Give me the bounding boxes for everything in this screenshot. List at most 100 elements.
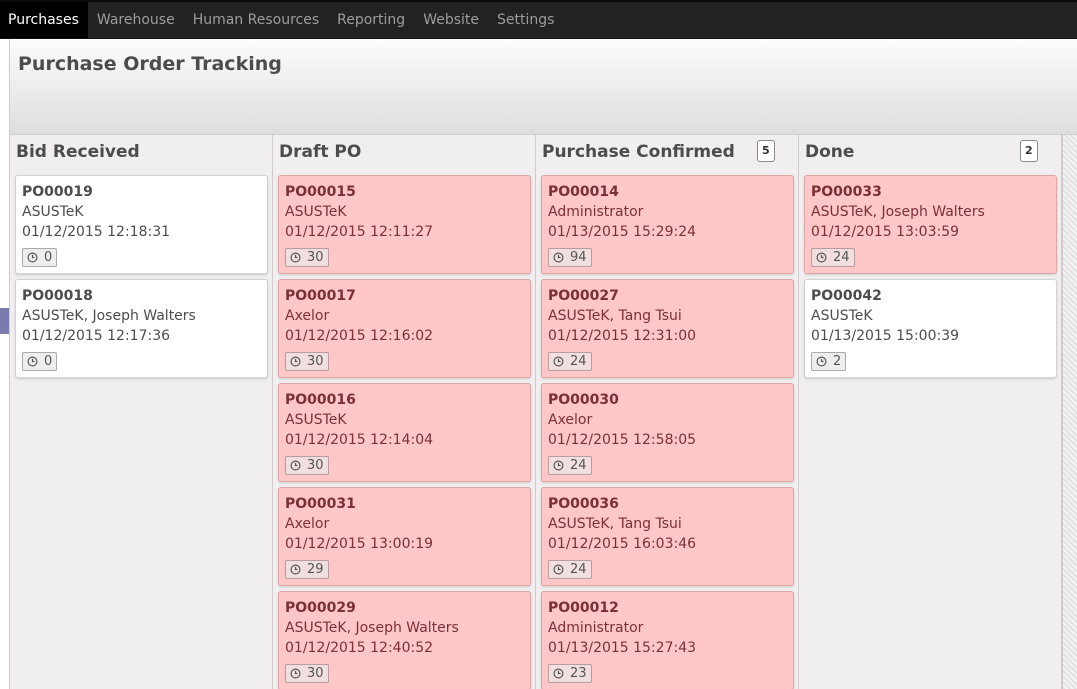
column-cards: PO00015 ASUSTeK 01/12/2015 12:11:27 30 PO000… xyxy=(278,175,531,689)
clock-icon xyxy=(553,460,564,471)
delay-tag: 30 xyxy=(285,352,329,371)
delay-tag-value: 23 xyxy=(570,666,587,681)
order-date: 01/13/2015 15:27:43 xyxy=(548,640,697,656)
sidebar-toggle-handle[interactable] xyxy=(0,308,9,334)
delay-tag-value: 24 xyxy=(570,458,587,473)
partner-name: ASUSTeK xyxy=(285,204,347,220)
order-date: 01/12/2015 12:58:05 xyxy=(548,432,697,448)
menu-warehouse[interactable]: Warehouse xyxy=(88,2,184,38)
kanban-card[interactable]: PO00033 ASUSTeK, Joseph Walters 01/12/2015… xyxy=(804,175,1057,274)
delay-tag: 24 xyxy=(548,560,592,579)
partner-name: ASUSTeK, Joseph Walters xyxy=(811,204,985,220)
column-title: Draft PO xyxy=(279,142,362,162)
delay-tag-value: 24 xyxy=(570,354,587,369)
left-sidebar-gutter xyxy=(0,39,10,689)
kanban-card[interactable]: PO00016 ASUSTeK 01/12/2015 12:14:04 30 xyxy=(278,383,531,482)
order-reference: PO00031 xyxy=(285,496,356,512)
delay-tag: 30 xyxy=(285,456,329,475)
kanban-column-bid-received: Bid Received PO00019 ASUSTeK 01/12/2015 12… xyxy=(10,135,273,689)
menu-reporting[interactable]: Reporting xyxy=(328,2,414,38)
menu-settings[interactable]: Settings xyxy=(488,2,563,38)
order-date: 01/12/2015 13:03:59 xyxy=(811,224,960,240)
kanban-column-purchase-confirmed: Purchase Confirmed 5 PO00014 Administrato… xyxy=(536,135,799,689)
partner-name: ASUSTeK, Tang Tsui xyxy=(548,516,682,532)
kanban-card[interactable]: PO00036 ASUSTeK, Tang Tsui 01/12/2015 16:0… xyxy=(541,487,794,586)
order-date: 01/12/2015 12:31:00 xyxy=(548,328,697,344)
partner-name: ASUSTeK, Tang Tsui xyxy=(548,308,682,324)
partner-name: Axelor xyxy=(285,308,330,324)
delay-tag-value: 30 xyxy=(307,354,324,369)
partner-name: Axelor xyxy=(548,412,593,428)
menu-website[interactable]: Website xyxy=(414,2,488,38)
order-reference: PO00030 xyxy=(548,392,619,408)
kanban-card[interactable]: PO00018 ASUSTeK, Joseph Walters 01/12/2015… xyxy=(15,279,268,378)
partner-name: Axelor xyxy=(285,516,330,532)
column-count-badge: 2 xyxy=(1020,140,1038,162)
order-reference: PO00012 xyxy=(548,600,619,616)
menu-human-resources[interactable]: Human Resources xyxy=(184,2,328,38)
clock-icon xyxy=(290,460,301,471)
clock-icon xyxy=(27,252,38,263)
order-reference: PO00018 xyxy=(22,288,93,304)
order-date: 01/12/2015 12:17:36 xyxy=(22,328,171,344)
clock-icon xyxy=(553,668,564,679)
clock-icon xyxy=(553,252,564,263)
kanban-card[interactable]: PO00031 Axelor 01/12/2015 13:00:19 29 xyxy=(278,487,531,586)
delay-tag-value: 30 xyxy=(307,458,324,473)
clock-icon xyxy=(290,356,301,367)
partner-name: Administrator xyxy=(548,204,644,220)
kanban-board: Bid Received PO00019 ASUSTeK 01/12/2015 12… xyxy=(10,135,1077,689)
clock-icon xyxy=(290,564,301,575)
kanban-column-draft-po: Draft PO PO00015 ASUSTeK 01/12/2015 12:11:… xyxy=(273,135,536,689)
board-scroll-gutter xyxy=(1062,135,1077,689)
delay-tag-value: 2 xyxy=(833,354,842,369)
delay-tag-value: 24 xyxy=(833,250,850,265)
kanban-card[interactable]: PO00012 Administrator 01/13/2015 15:27:43 2… xyxy=(541,591,794,689)
column-cards: PO00014 Administrator 01/13/2015 15:29:24 9… xyxy=(541,175,794,689)
kanban-card[interactable]: PO00015 ASUSTeK 01/12/2015 12:11:27 30 xyxy=(278,175,531,274)
order-reference: PO00036 xyxy=(548,496,619,512)
clock-icon xyxy=(290,252,301,263)
kanban-card[interactable]: PO00014 Administrator 01/13/2015 15:29:24 9… xyxy=(541,175,794,274)
order-reference: PO00016 xyxy=(285,392,356,408)
clock-icon xyxy=(290,668,301,679)
order-reference: PO00033 xyxy=(811,184,882,200)
column-title: Purchase Confirmed xyxy=(542,142,735,162)
delay-tag: 24 xyxy=(548,456,592,475)
page-header: Purchase Order Tracking xyxy=(10,39,1077,135)
partner-name: ASUSTeK xyxy=(22,204,84,220)
order-reference: PO00014 xyxy=(548,184,619,200)
clock-icon xyxy=(816,356,827,367)
app: Purchases Warehouse Human Resources Repo… xyxy=(0,0,1077,689)
delay-tag-value: 94 xyxy=(570,250,587,265)
order-date: 01/12/2015 16:03:46 xyxy=(548,536,697,552)
delay-tag-value: 24 xyxy=(570,562,587,577)
kanban-card[interactable]: PO00027 ASUSTeK, Tang Tsui 01/12/2015 12:3… xyxy=(541,279,794,378)
delay-tag-value: 29 xyxy=(307,562,324,577)
delay-tag: 30 xyxy=(285,664,329,683)
column-cards: PO00019 ASUSTeK 01/12/2015 12:18:31 0 PO0001… xyxy=(15,175,268,383)
partner-name: ASUSTeK xyxy=(811,308,873,324)
clock-icon xyxy=(816,252,827,263)
delay-tag: 2 xyxy=(811,352,847,371)
column-count-badge: 5 xyxy=(757,140,775,162)
menu-purchases[interactable]: Purchases xyxy=(0,2,88,38)
kanban-card[interactable]: PO00017 Axelor 01/12/2015 12:16:02 30 xyxy=(278,279,531,378)
order-reference: PO00042 xyxy=(811,288,882,304)
order-reference: PO00015 xyxy=(285,184,356,200)
order-reference: PO00029 xyxy=(285,600,356,616)
kanban-card[interactable]: PO00029 ASUSTeK, Joseph Walters 01/12/2015… xyxy=(278,591,531,689)
delay-tag: 94 xyxy=(548,248,592,267)
delay-tag: 24 xyxy=(548,352,592,371)
partner-name: Administrator xyxy=(548,620,644,636)
kanban-card[interactable]: PO00042 ASUSTeK 01/13/2015 15:00:39 2 xyxy=(804,279,1057,378)
clock-icon xyxy=(553,356,564,367)
kanban-card[interactable]: PO00030 Axelor 01/12/2015 12:58:05 24 xyxy=(541,383,794,482)
delay-tag: 29 xyxy=(285,560,329,579)
kanban-card[interactable]: PO00019 ASUSTeK 01/12/2015 12:18:31 0 xyxy=(15,175,268,274)
page-title: Purchase Order Tracking xyxy=(18,53,282,75)
delay-tag: 24 xyxy=(811,248,855,267)
delay-tag-value: 30 xyxy=(307,250,324,265)
delay-tag-value: 0 xyxy=(44,354,53,369)
delay-tag-value: 30 xyxy=(307,666,324,681)
